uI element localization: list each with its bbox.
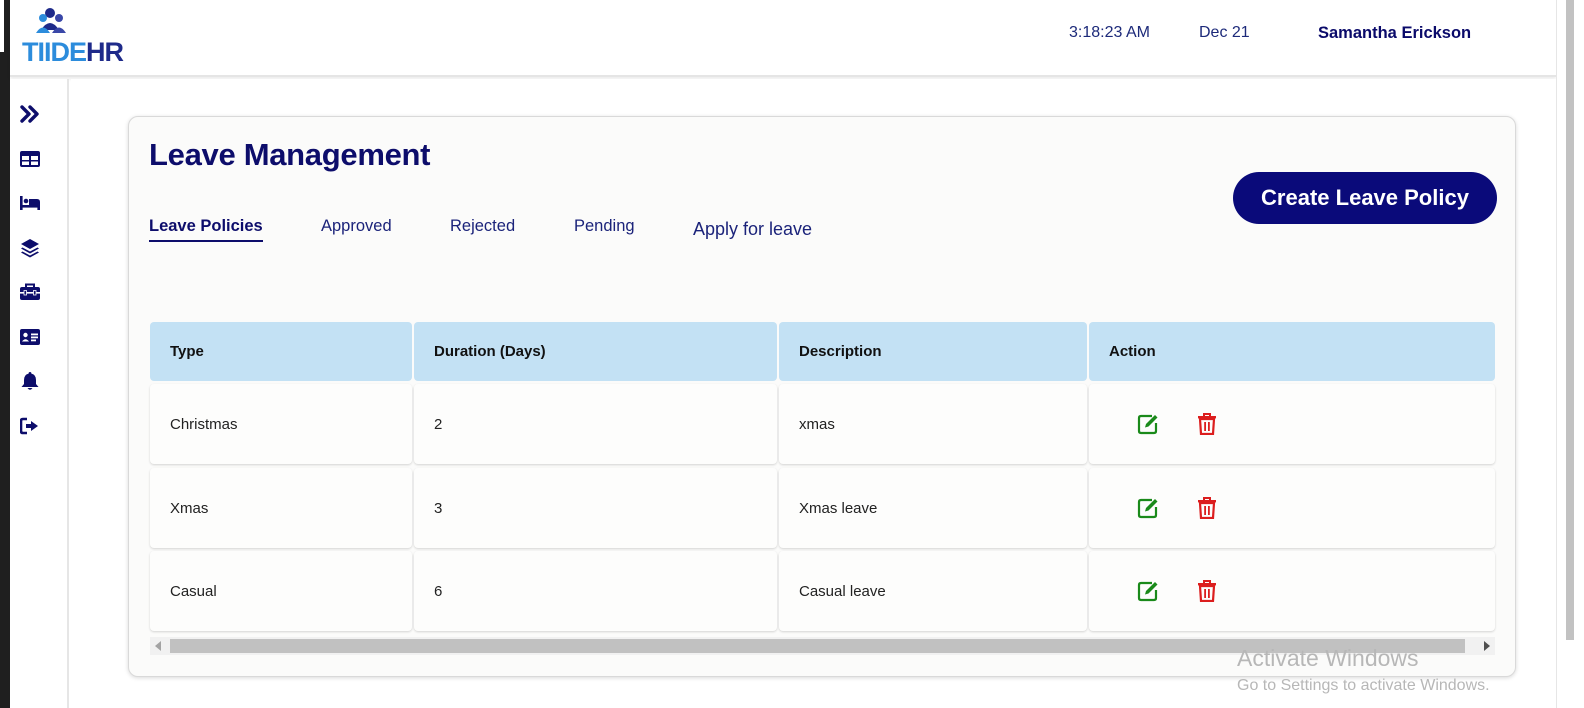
column-header-description: Description xyxy=(779,322,1087,381)
column-header-action: Action xyxy=(1089,322,1495,381)
cell-type: Xmas xyxy=(150,468,412,548)
cell-type: Christmas xyxy=(150,384,412,464)
cell-description: xmas xyxy=(779,384,1087,464)
edit-icon[interactable] xyxy=(1137,413,1159,435)
date: Dec 21 xyxy=(1199,24,1250,41)
trash-icon[interactable] xyxy=(1197,497,1219,520)
top-header: TIIDEHR 3:18:23 AM Dec 21 Samantha Erick… xyxy=(10,0,1556,77)
toolbox-icon[interactable] xyxy=(19,281,41,303)
tab-apply-for-leave[interactable]: Apply for leave xyxy=(693,219,812,240)
cell-duration: 3 xyxy=(414,468,777,548)
sign-out-icon[interactable] xyxy=(19,415,41,437)
logo-text: TIIDEHR xyxy=(22,37,124,68)
bell-icon[interactable] xyxy=(19,370,41,392)
cell-action xyxy=(1089,468,1495,548)
create-leave-policy-button[interactable]: Create Leave Policy xyxy=(1233,172,1497,224)
edit-icon[interactable] xyxy=(1137,580,1159,602)
tab-leave-policies[interactable]: Leave Policies xyxy=(149,217,263,242)
cell-duration: 2 xyxy=(414,384,777,464)
tab-approved[interactable]: Approved xyxy=(321,217,392,236)
logo-text-hr: HR xyxy=(86,37,124,67)
column-header-type: Type xyxy=(150,322,412,381)
sidebar xyxy=(10,79,69,708)
edit-icon[interactable] xyxy=(1137,497,1159,519)
column-header-duration: Duration (Days) xyxy=(414,322,777,381)
tab-pending[interactable]: Pending xyxy=(574,217,635,236)
user-name[interactable]: Samantha Erickson xyxy=(1318,24,1471,43)
layers-icon[interactable] xyxy=(19,237,41,259)
page-vertical-scrollbar[interactable] xyxy=(1556,0,1584,708)
cell-action xyxy=(1089,384,1495,464)
double-chevron-right-icon[interactable] xyxy=(19,103,41,125)
page-scrollbar-thumb[interactable] xyxy=(1566,0,1574,640)
window-edge xyxy=(0,0,10,708)
people-logo-icon xyxy=(36,8,66,33)
scroll-right-arrow-icon[interactable] xyxy=(1484,641,1490,651)
bed-icon[interactable] xyxy=(19,192,41,214)
table-icon[interactable] xyxy=(19,148,41,170)
clock: 3:18:23 AM xyxy=(1069,24,1150,41)
activate-windows-title: Activate Windows xyxy=(1237,645,1419,671)
cell-duration: 6 xyxy=(414,551,777,631)
cell-description: Xmas leave xyxy=(779,468,1087,548)
app-logo[interactable]: TIIDEHR xyxy=(22,6,152,68)
page-title: Leave Management xyxy=(149,137,431,172)
id-card-icon[interactable] xyxy=(19,326,41,348)
cell-description: Casual leave xyxy=(779,551,1087,631)
trash-icon[interactable] xyxy=(1197,580,1219,603)
cell-action xyxy=(1089,551,1495,631)
scroll-left-arrow-icon[interactable] xyxy=(155,641,161,651)
logo-text-tiide: TIIDE xyxy=(22,37,87,67)
leave-policies-table: Type Duration (Days) Description Action … xyxy=(150,322,1495,634)
tab-rejected[interactable]: Rejected xyxy=(450,217,515,236)
trash-icon[interactable] xyxy=(1197,413,1219,436)
activate-windows-subtitle: Go to Settings to activate Windows. xyxy=(1237,677,1490,694)
leave-management-card: Leave Management Create Leave Policy Lea… xyxy=(128,116,1516,677)
cell-type: Casual xyxy=(150,551,412,631)
